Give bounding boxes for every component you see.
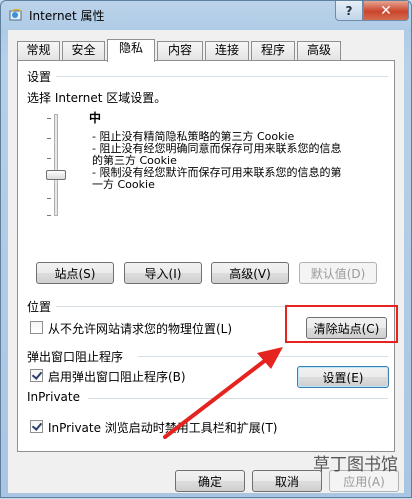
tab-privacy[interactable]: 隐私 — [107, 39, 155, 62]
annotation-arrow-icon — [163, 347, 283, 439]
watermark-text: 草丁图书馆 — [313, 455, 398, 475]
internet-properties-window: Internet 属性 ? ✕ 常规 安全 隐私 内容 连接 程序 高级 设置 … — [0, 0, 412, 498]
